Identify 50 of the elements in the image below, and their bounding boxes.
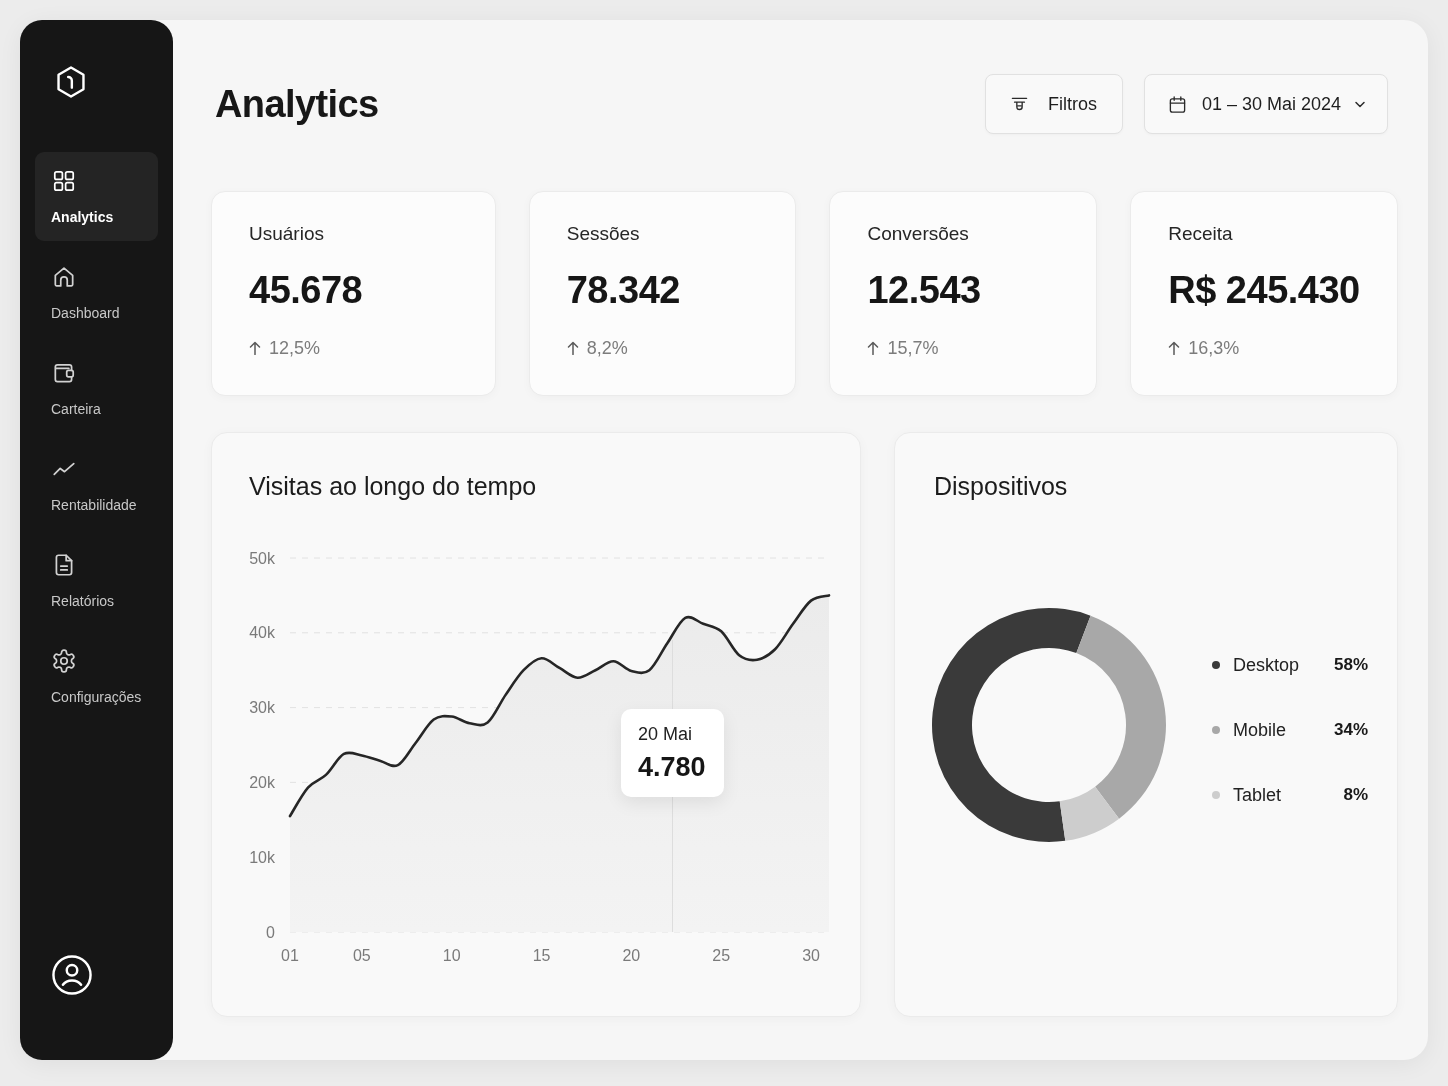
change-percentage: 8,2%	[586, 337, 628, 359]
legend-label: Tablet	[1233, 784, 1283, 807]
grid-icon	[51, 168, 77, 194]
user-icon[interactable]	[51, 954, 93, 996]
kpi-label: Receita	[1168, 222, 1233, 246]
legend-value: 34%	[1333, 719, 1368, 741]
home-icon	[51, 264, 77, 290]
settings-icon	[51, 648, 77, 674]
kpi-value: R$ 245.430	[1168, 268, 1360, 312]
x-axis-label: 01	[281, 946, 299, 964]
kpi-value: 45.678	[249, 268, 363, 312]
kpi-label: Sessões	[566, 222, 640, 246]
kpi-value: 78.342	[566, 268, 680, 312]
x-axis-label: 05	[352, 946, 371, 964]
tooltip-date: 20 Mai	[638, 723, 693, 745]
nav-item[interactable]: Dashboard	[35, 248, 158, 337]
x-axis-label: 20	[622, 946, 641, 964]
change-percentage: 16,3%	[1188, 337, 1240, 359]
x-axis-label: 30	[802, 946, 820, 964]
logo-icon	[54, 65, 88, 99]
date-range-button[interactable]: 01 – 30 Mai 2024	[1143, 74, 1388, 134]
nav-item[interactable]: Analytics	[35, 152, 158, 241]
legend-value: 58%	[1333, 654, 1368, 676]
kpi-value: 12.543	[867, 268, 981, 312]
y-axis-label: 50k	[249, 549, 275, 567]
legend-value: 8%	[1343, 784, 1368, 806]
change-percentage: 15,7%	[887, 337, 939, 359]
nav-item[interactable]: Rentabilidade	[35, 440, 158, 529]
nav-item[interactable]: Relatórios	[35, 536, 158, 625]
y-axis-label: 40k	[249, 624, 275, 642]
x-axis-label: 15	[532, 946, 551, 964]
change-percentage: 12,5%	[269, 337, 321, 359]
legend-label: Desktop	[1233, 654, 1301, 677]
card-title: Dispositivos	[934, 471, 1068, 501]
y-axis-label: 10k	[249, 848, 275, 866]
y-axis-label: 0	[266, 923, 275, 941]
y-axis-label: 20k	[249, 773, 275, 791]
legend-label: Mobile	[1233, 719, 1288, 742]
filter-button[interactable]: Filtros	[984, 74, 1123, 134]
calendar-icon	[1167, 94, 1187, 114]
x-axis-label: 25	[712, 946, 731, 964]
x-axis-label: 10	[442, 946, 461, 964]
page-title: Analytics	[215, 82, 379, 127]
kpi-label: Conversões	[867, 222, 969, 246]
nav-item[interactable]: Configurações	[35, 632, 158, 721]
nav-item[interactable]: Carteira	[35, 344, 158, 433]
kpi-label: Usuários	[249, 222, 324, 246]
y-axis-label: 30k	[249, 699, 275, 717]
card-title: Visitas ao longo do tempo	[249, 471, 537, 501]
tooltip-value: 4.780	[638, 751, 706, 783]
